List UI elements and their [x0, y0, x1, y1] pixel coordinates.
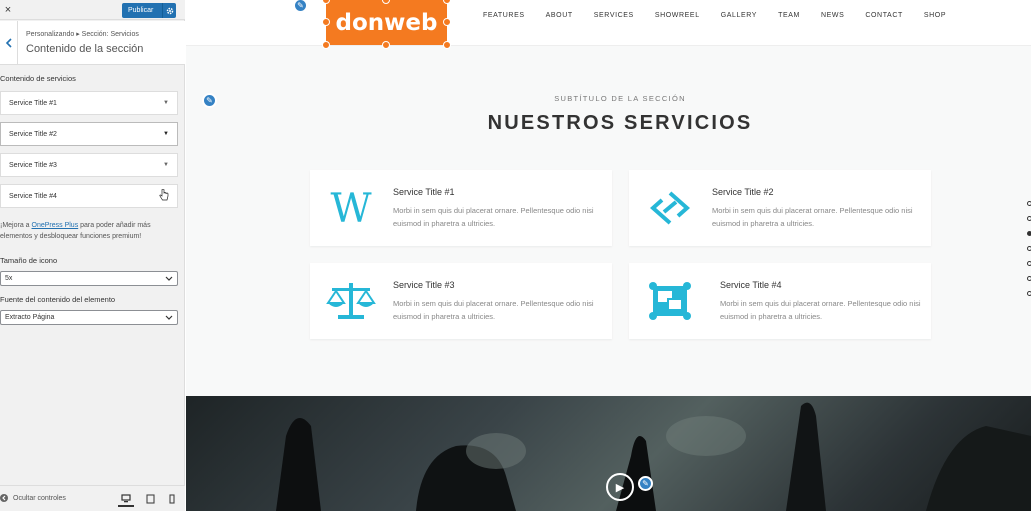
service-description: Morbi in sem quis dui placerat ornare. P…	[393, 299, 594, 321]
content-source-select[interactable]: Extracto Página	[0, 310, 178, 325]
service-accordion-item[interactable]: Service Title #2 ▼	[0, 122, 178, 146]
customizer-header: × Publicar	[0, 0, 185, 20]
resize-handle[interactable]	[322, 41, 330, 49]
service-title: Service Title #4	[720, 280, 782, 290]
main-navigation: FEATURES ABOUT SERVICES SHOWREEL GALLERY…	[483, 12, 946, 19]
hide-controls-label: Ocultar controles	[13, 494, 66, 502]
site-header: donweb ✎ FEATURES ABOUT SERVICES SHOWREE…	[186, 0, 1031, 49]
nav-dot-active[interactable]	[1027, 231, 1031, 236]
nav-item-features[interactable]: FEATURES	[483, 12, 525, 19]
service-card[interactable]: W Service Title #1 Morbi in sem quis dui…	[310, 170, 612, 246]
close-customizer-button[interactable]: ×	[2, 3, 14, 17]
publish-button[interactable]: Publicar	[122, 3, 176, 18]
chevron-down-icon	[165, 276, 173, 281]
triangle-down-icon: ▼	[163, 131, 169, 137]
balance-scale-icon	[326, 279, 376, 323]
icon-size-value: 5x	[5, 275, 13, 282]
hide-controls-button[interactable]: Ocultar controles	[0, 494, 66, 502]
play-video-button[interactable]: ▶	[606, 473, 634, 501]
icon-size-select[interactable]: 5x	[0, 271, 178, 286]
collapse-arrow-icon	[0, 494, 8, 502]
section-breadcrumb: Personalizando ▸ Sección: Servicios Cont…	[0, 21, 185, 65]
logo-text: donweb	[335, 9, 438, 36]
upsell-prefix: ¡Mejora a	[0, 222, 32, 229]
content-source-label: Fuente del contenido del elemento	[0, 295, 116, 304]
service-accordion-item[interactable]: Service Title #1 ▼	[0, 91, 178, 115]
nav-dot[interactable]	[1027, 291, 1031, 296]
section-title: NUESTROS SERVICIOS	[487, 112, 753, 134]
video-hero-section: ▶ ✎	[186, 396, 1031, 511]
service-card[interactable]: Service Title #3 Morbi in sem quis dui p…	[310, 263, 612, 339]
back-button[interactable]	[0, 21, 18, 65]
service-accordion-item[interactable]: Service Title #3 ▼	[0, 153, 178, 177]
services-content-label: Contenido de servicios	[0, 74, 76, 83]
desktop-icon	[121, 493, 131, 502]
edit-video-pencil-icon[interactable]: ✎	[638, 476, 653, 491]
resize-handle[interactable]	[382, 41, 390, 49]
service-description: Morbi in sem quis dui placerat ornare. P…	[393, 206, 594, 228]
upsell-notice: ¡Mejora a OnePress Plus para poder añadi…	[0, 220, 178, 242]
resize-handle[interactable]	[382, 0, 390, 4]
nav-item-contact[interactable]: CONTACT	[865, 12, 903, 19]
resize-handle[interactable]	[443, 18, 451, 26]
service-description: Morbi in sem quis dui placerat ornare. P…	[712, 206, 913, 228]
customizer-footer: Ocultar controles	[0, 485, 185, 511]
service-accordion-item[interactable]: Service Title #4	[0, 184, 178, 208]
gear-icon[interactable]	[162, 3, 176, 18]
publish-button-label: Publicar	[128, 7, 154, 14]
site-preview: donweb ✎ FEATURES ABOUT SERVICES SHOWREE…	[186, 0, 1031, 511]
section-subtitle: SUBTÍTULO DE LA SECCIÓN	[554, 94, 686, 103]
resize-handle[interactable]	[443, 41, 451, 49]
triangle-down-icon: ▼	[163, 100, 169, 106]
object-group-icon	[645, 279, 695, 323]
nav-item-news[interactable]: NEWS	[821, 12, 844, 19]
nav-dot[interactable]	[1027, 276, 1031, 281]
service-title: Service Title #3	[393, 280, 455, 290]
service-description: Morbi in sem quis dui placerat ornare. P…	[720, 299, 921, 321]
nav-dot[interactable]	[1027, 216, 1031, 221]
site-logo[interactable]: donweb	[322, 0, 451, 49]
breadcrumb-path: Personalizando ▸ Sección: Servicios	[26, 31, 139, 38]
nav-item-showreel[interactable]: SHOWREEL	[655, 12, 700, 19]
tablet-icon	[145, 494, 155, 504]
customizer-sidebar: × Publicar Personalizando ▸ Sección: Ser…	[0, 0, 185, 511]
section-nav-dots	[1027, 201, 1031, 306]
accordion-item-label: Service Title #3	[9, 161, 57, 169]
breadcrumb-title: Contenido de la sección	[26, 43, 144, 55]
triangle-down-icon: ▼	[163, 162, 169, 168]
service-title: Service Title #1	[393, 187, 455, 197]
chevron-down-icon	[165, 315, 173, 320]
customizer-window: { "sidebar": { "close_icon": "×", "publi…	[0, 0, 1031, 511]
desktop-preview-button[interactable]	[118, 491, 134, 507]
wikipedia-icon: W	[326, 186, 376, 230]
icon-size-label: Tamaño de icono	[0, 256, 58, 265]
nav-item-services[interactable]: SERVICES	[594, 12, 634, 19]
nav-dot[interactable]	[1027, 261, 1031, 266]
accordion-item-label: Service Title #2	[9, 130, 57, 138]
chevron-left-icon	[5, 38, 12, 48]
resize-handle[interactable]	[322, 0, 330, 4]
cursor-hand-icon	[159, 188, 169, 203]
nav-dot[interactable]	[1027, 201, 1031, 206]
resize-handle[interactable]	[443, 0, 451, 4]
svg-text:W: W	[330, 190, 371, 226]
mobile-icon	[169, 494, 175, 504]
mobile-preview-button[interactable]	[164, 491, 180, 507]
content-source-value: Extracto Página	[5, 314, 55, 321]
edit-logo-pencil-icon[interactable]: ✎	[293, 0, 308, 13]
tablet-preview-button[interactable]	[142, 491, 158, 507]
nav-item-shop[interactable]: SHOP	[924, 12, 946, 19]
accordion-item-label: Service Title #1	[9, 99, 57, 107]
link-diamond-icon	[645, 186, 695, 230]
resize-handle[interactable]	[322, 18, 330, 26]
service-title: Service Title #2	[712, 187, 774, 197]
service-card[interactable]: Service Title #4 Morbi in sem quis dui p…	[629, 263, 931, 339]
nav-item-team[interactable]: TEAM	[778, 12, 800, 19]
service-card[interactable]: Service Title #2 Morbi in sem quis dui p…	[629, 170, 931, 246]
nav-item-about[interactable]: ABOUT	[546, 12, 573, 19]
accordion-item-label: Service Title #4	[9, 192, 57, 200]
onepress-plus-link[interactable]: OnePress Plus	[32, 222, 79, 229]
nav-item-gallery[interactable]: GALLERY	[721, 12, 757, 19]
nav-dot[interactable]	[1027, 246, 1031, 251]
